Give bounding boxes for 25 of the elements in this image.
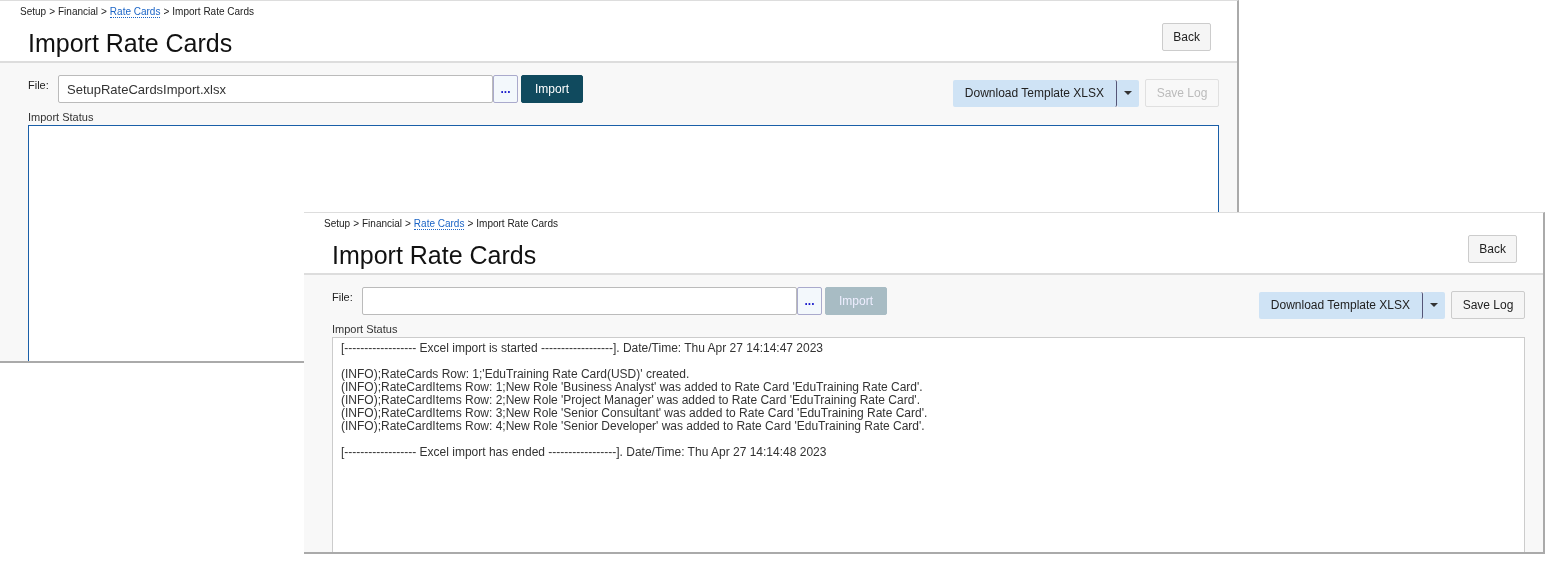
breadcrumb-item: Setup: [324, 218, 351, 229]
breadcrumb-separator: >: [163, 6, 170, 17]
log-line: (INFO);RateCards Row: 1;'EduTraining Rate Card(USD)' created.: [341, 368, 691, 381]
breadcrumb-separator: >: [353, 218, 359, 229]
log-line: (INFO);RateCardItems Row: 2;New Role 'Project Manager' was added to Rate Card 'EduTraining Rate Card'.: [341, 394, 921, 407]
log-line: (INFO);RateCardItems Row: 3;New Role 'Senior Consultant' was added to Rate Card 'EduTraining Rate Card'.: [341, 407, 929, 420]
log-line: (INFO);RateCardItems Row: 1;New Role 'Business Analyst' was added to Rate Card 'EduTraining Rate Card'.: [341, 381, 924, 394]
log-line: (INFO);RateCardItems Row: 4;New Role 'Senior Developer' was added to Rate Card 'EduTraining Rate Card'.: [341, 420, 926, 433]
breadcrumb-item: Import Rate Cards: [172, 6, 254, 17]
breadcrumb-item: Financial: [362, 218, 402, 229]
breadcrumb-item: Financial: [58, 6, 98, 17]
import-status-label: Import Status: [332, 323, 399, 335]
page-title: Import Rate Cards: [332, 241, 537, 270]
file-label: File:: [332, 291, 354, 303]
page-title: Import Rate Cards: [28, 29, 233, 58]
breadcrumb-item: Import Rate Cards: [476, 218, 558, 229]
log-line: [------------------ Excel import has ended -----------------]. Date/Time: Thu Apr 27 14:14:48 2023: [341, 446, 828, 459]
breadcrumb-separator: >: [49, 6, 55, 17]
breadcrumb-item: Setup: [20, 6, 47, 17]
file-label: File:: [28, 79, 50, 91]
breadcrumb-separator: >: [405, 218, 411, 229]
log-line: [------------------ Excel import is started ------------------]. Date/Time: Thu Apr 27 14:14:47 2023: [341, 342, 825, 355]
breadcrumb-separator: >: [467, 218, 474, 229]
import-status-label: Import Status: [28, 111, 95, 123]
breadcrumb-separator: >: [101, 6, 107, 17]
